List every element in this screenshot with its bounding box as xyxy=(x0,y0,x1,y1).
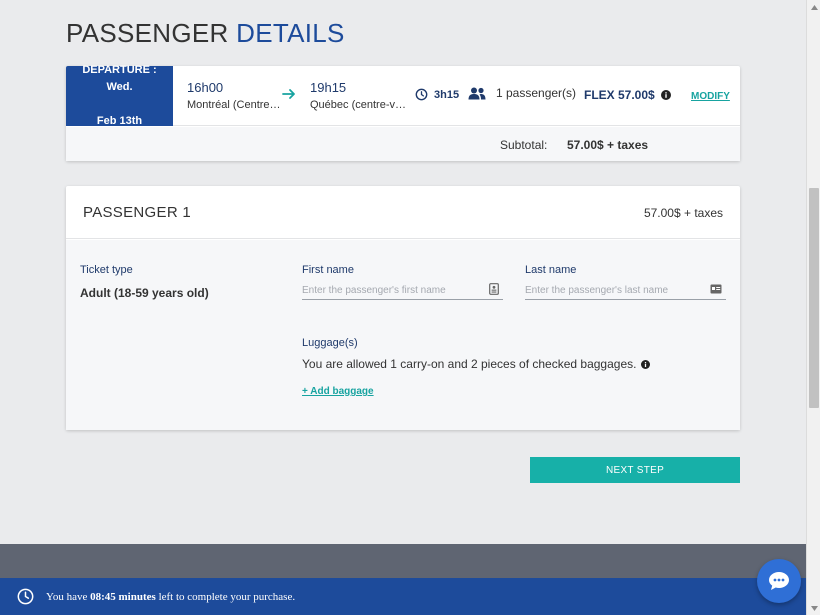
passenger-form: Ticket type Adult (18-59 years old) Firs… xyxy=(66,240,740,430)
arrival-time: 19h15 xyxy=(310,80,347,95)
passenger-title: PASSENGER 1 xyxy=(83,204,192,221)
scroll-up-arrow-icon[interactable] xyxy=(807,0,820,14)
subtotal-value: 57.00$ + taxes xyxy=(567,138,649,152)
info-icon[interactable] xyxy=(660,90,671,100)
departure-segment: 16h00 Montréal (Centre… xyxy=(187,80,281,111)
passenger-count: 1 passenger(s) xyxy=(468,86,576,100)
timer-prefix: You have xyxy=(46,590,88,603)
departure-place: Montréal (Centre… xyxy=(187,99,281,111)
clock-icon xyxy=(415,88,428,101)
arrow-right-icon xyxy=(282,89,295,99)
page: PASSENGER DETAILS DEPARTURE : Wed. Feb 1… xyxy=(0,0,806,615)
trip-row: DEPARTURE : Wed. Feb 13th 16h00 Montréal… xyxy=(66,64,740,127)
passenger-card-header: PASSENGER 1 57.00$ + taxes xyxy=(66,186,740,239)
page-title-accent: DETAILS xyxy=(236,18,345,48)
last-name-label: Last name xyxy=(525,264,577,276)
clock-icon xyxy=(17,588,34,605)
id-card-icon xyxy=(710,284,722,294)
fare-value: FLEX 57.00$ xyxy=(584,88,655,102)
chat-bubble-icon xyxy=(769,572,789,590)
last-name-input[interactable] xyxy=(525,281,710,300)
ticket-type-value: Adult (18-59 years old) xyxy=(80,286,209,300)
departure-time: 16h00 xyxy=(187,80,224,95)
trip-summary-card: DEPARTURE : Wed. Feb 13th 16h00 Montréal… xyxy=(66,64,740,161)
arrival-segment: 19h15 Québec (centre-v… xyxy=(310,80,406,111)
first-name-field xyxy=(302,280,503,300)
duration-value: 3h15 xyxy=(434,88,460,101)
vertical-scrollbar[interactable] xyxy=(806,0,820,615)
next-step-button[interactable]: NEXT STEP xyxy=(530,457,740,483)
modify-link[interactable]: MODIFY xyxy=(691,91,730,102)
subtotal-row: Subtotal: 57.00$ + taxes xyxy=(66,127,740,161)
duration: 3h15 xyxy=(415,88,459,101)
page-title: PASSENGER DETAILS xyxy=(66,18,345,49)
subtotal-label: Subtotal: xyxy=(500,138,548,152)
scroll-down-arrow-icon[interactable] xyxy=(807,601,820,615)
passenger-card: PASSENGER 1 57.00$ + taxes Ticket type A… xyxy=(66,186,740,430)
timer-suffix: left to complete your purchase. xyxy=(158,590,296,603)
departure-badge: DEPARTURE : Wed. Feb 13th xyxy=(66,64,173,127)
last-name-field xyxy=(525,280,726,300)
info-icon[interactable] xyxy=(641,359,651,369)
people-icon xyxy=(468,87,486,99)
luggage-label: Luggage(s) xyxy=(302,337,358,349)
page-title-plain: PASSENGER xyxy=(66,18,229,48)
purchase-timer-bar: You have 08:45 minutes left to complete … xyxy=(0,578,806,615)
arrival-place: Québec (centre-v… xyxy=(310,99,406,111)
first-name-label: First name xyxy=(302,264,354,276)
passenger-count-text: 1 passenger(s) xyxy=(496,86,577,100)
id-card-icon xyxy=(489,283,499,295)
scroll-thumb[interactable] xyxy=(809,188,819,408)
timer-value: 08:45 minutes xyxy=(90,590,156,603)
luggage-allowance-text: You are allowed 1 carry-on and 2 pieces … xyxy=(302,357,637,371)
luggage-allowance: You are allowed 1 carry-on and 2 pieces … xyxy=(302,357,651,371)
first-name-input[interactable] xyxy=(302,281,487,300)
passenger-price: 57.00$ + taxes xyxy=(643,206,723,220)
ticket-type-label: Ticket type xyxy=(80,264,133,276)
departure-label: DEPARTURE : Wed. xyxy=(82,64,157,93)
fare: FLEX 57.00$ xyxy=(584,88,671,102)
chat-button[interactable] xyxy=(757,559,801,603)
add-baggage-link[interactable]: + Add baggage xyxy=(302,386,374,397)
